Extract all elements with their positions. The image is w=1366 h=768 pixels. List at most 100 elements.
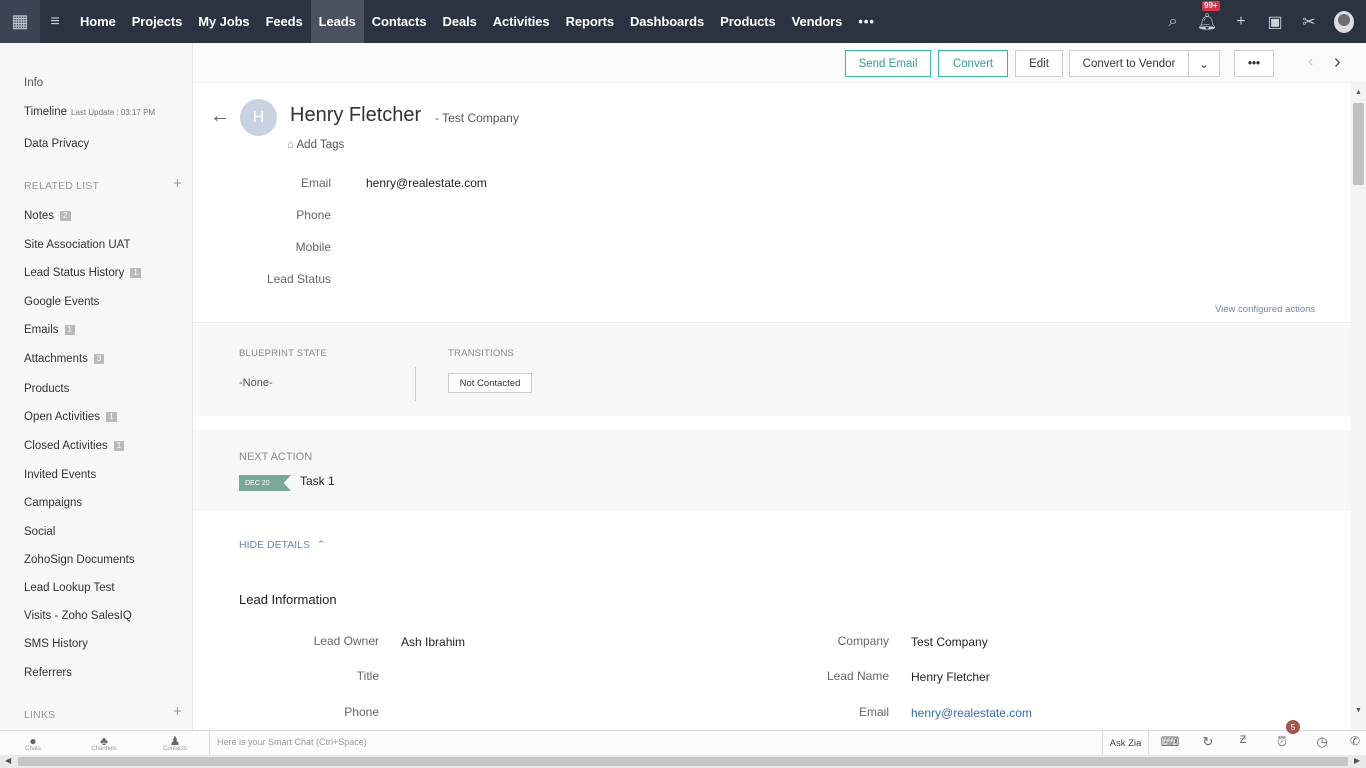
horizontal-scrollbar[interactable]: ◀ ▶	[0, 755, 1366, 768]
timeline-last-update: Last Update : 03:17 PM	[71, 108, 156, 117]
tab-leads[interactable]: Leads	[310, 0, 364, 43]
related-item[interactable]: Lead Status History 1	[24, 267, 141, 279]
back-arrow-icon[interactable]: ←	[210, 105, 230, 128]
prev-record-icon[interactable]: ‹	[1308, 53, 1313, 71]
related-item-label: Closed Activities	[24, 440, 108, 452]
related-item[interactable]: Products	[24, 383, 69, 395]
convert-to-vendor-button[interactable]: Convert to Vendor	[1069, 50, 1189, 77]
links-add-icon[interactable]: +	[173, 703, 182, 720]
related-item[interactable]: Referrers	[24, 667, 72, 679]
tab-contacts[interactable]: Contacts	[364, 0, 435, 43]
bell-icon[interactable]: 🔔︎ 99+	[1190, 0, 1224, 32]
view-configured-actions-link[interactable]: View configured actions	[1215, 304, 1315, 315]
tab-dashboards[interactable]: Dashboards	[622, 0, 712, 43]
scroll-right-icon[interactable]: ▶	[1354, 756, 1360, 765]
related-item[interactable]: ZohoSign Documents	[24, 554, 135, 566]
related-add-icon[interactable]: +	[173, 175, 182, 192]
scroll-down-icon[interactable]: ▼	[1355, 707, 1362, 714]
related-item[interactable]: Site Association UAT	[24, 239, 131, 251]
detail-value[interactable]: henry@realestate.com	[911, 706, 1032, 720]
left-panel: Info Timeline Last Update : 03:17 PM Data…	[0, 43, 193, 730]
more-actions-button[interactable]: •••	[1234, 50, 1274, 77]
tab-products[interactable]: Products	[712, 0, 784, 43]
field-value[interactable]: henry@realestate.com	[366, 176, 487, 190]
related-item[interactable]: Open Activities 1	[24, 411, 117, 423]
detail-label: Company	[837, 634, 889, 648]
smart-chat-input[interactable]: Here is your Smart Chat (Ctrl+Space)	[217, 737, 367, 747]
detail-value[interactable]: Henry Fletcher	[911, 670, 990, 684]
convert-button[interactable]: Convert	[938, 50, 1008, 77]
scrollbar-thumb[interactable]	[1353, 103, 1364, 185]
horizontal-scrollbar-thumb[interactable]	[18, 757, 1348, 766]
gamepad-icon[interactable]: ⌨	[1155, 734, 1185, 750]
channels-button[interactable]: ♣ Channels	[89, 734, 119, 752]
tab-deals[interactable]: Deals	[435, 0, 485, 43]
field-label: Email	[300, 176, 331, 190]
detail-value[interactable]: Test Company	[911, 635, 988, 649]
calendar-icon[interactable]: ▣	[1258, 12, 1292, 32]
left-info[interactable]: Info	[24, 77, 43, 89]
related-item[interactable]: Notes 2	[24, 210, 71, 222]
zia-icon[interactable]: Ƶ	[1228, 734, 1258, 746]
blueprint-state-label: BLUEPRINT STATE	[239, 348, 327, 359]
related-item[interactable]: Lead Lookup Test	[24, 582, 115, 594]
related-item[interactable]: Emails 1	[24, 324, 75, 336]
related-item-count: 1	[106, 411, 117, 422]
menu-icon[interactable]: ≡	[42, 13, 68, 31]
tab-home[interactable]: Home	[72, 0, 124, 43]
left-timeline[interactable]: Timeline Last Update : 03:17 PM	[24, 106, 155, 118]
add-tags-button[interactable]: ⌂ Add Tags	[287, 139, 344, 151]
next-action-task[interactable]: Task 1	[300, 474, 335, 488]
related-item[interactable]: Closed Activities 1	[24, 440, 125, 452]
tab-activities[interactable]: Activities	[485, 0, 558, 43]
related-item[interactable]: SMS History	[24, 638, 88, 650]
lead-information-title: Lead Information	[239, 592, 337, 607]
related-item-label: Lead Lookup Test	[24, 582, 115, 594]
search-icon[interactable]: ⌕	[1156, 13, 1190, 31]
chats-button[interactable]: ● Chats	[18, 734, 48, 752]
tab-projects[interactable]: Projects	[124, 0, 191, 43]
avatar[interactable]	[1334, 10, 1354, 33]
detail-value[interactable]: Ash Ibrahim	[401, 635, 465, 649]
tab-my-jobs[interactable]: My Jobs	[190, 0, 257, 43]
detail-label: Email	[858, 705, 889, 719]
tab-vendors[interactable]: Vendors	[784, 0, 851, 43]
related-item[interactable]: Visits - Zoho SalesIQ	[24, 610, 132, 622]
refresh-icon[interactable]: ↻	[1193, 734, 1223, 750]
plus-icon[interactable]: +	[1224, 13, 1258, 31]
transition-not-contacted-button[interactable]: Not Contacted	[448, 373, 532, 393]
scroll-left-icon[interactable]: ◀	[5, 756, 11, 765]
related-item-label: Google Events	[24, 296, 100, 308]
action-bar: Send Email Convert Edit Convert to Vendo…	[193, 43, 1366, 83]
vertical-scrollbar[interactable]: ▲ ▼	[1351, 83, 1366, 730]
nav-more[interactable]: •••	[850, 0, 883, 43]
detail-label: Lead Name	[826, 669, 889, 683]
ask-zia-button[interactable]: Ask Zia	[1102, 731, 1149, 755]
related-item[interactable]: Invited Events	[24, 469, 96, 481]
nav-tabs: Home Projects My Jobs Feeds Leads Contacts Dea…	[72, 0, 850, 43]
transitions-label: TRANSITIONS	[448, 348, 515, 359]
scroll-up-icon[interactable]: ▲	[1355, 89, 1362, 96]
tab-feeds[interactable]: Feeds	[258, 0, 311, 43]
apps-grid-icon[interactable]: ▦	[0, 0, 40, 43]
related-item[interactable]: Google Events	[24, 296, 99, 308]
tools-icon[interactable]: ✂	[1292, 12, 1326, 32]
related-item[interactable]: Attachments 3	[24, 353, 105, 365]
next-record-icon[interactable]: ›	[1334, 51, 1341, 74]
hide-details-link[interactable]: HIDE DETAILS ⌃	[239, 539, 326, 551]
related-list-heading: RELATED LIST	[24, 180, 100, 192]
phone-icon[interactable]: ✆	[1340, 734, 1366, 748]
edit-button[interactable]: Edit	[1015, 50, 1063, 77]
related-item[interactable]: Social	[24, 526, 55, 538]
chevron-down-icon[interactable]: ⌄	[1188, 50, 1220, 77]
hide-details-label: HIDE DETAILS	[239, 539, 310, 551]
tab-reports[interactable]: Reports	[558, 0, 622, 43]
alarm-icon[interactable]: ⏰︎	[1267, 734, 1297, 750]
alarm-badge: 5	[1286, 720, 1300, 734]
history-icon[interactable]: ◷	[1307, 734, 1337, 750]
send-email-button[interactable]: Send Email	[845, 50, 931, 77]
left-data-privacy[interactable]: Data Privacy	[24, 138, 89, 150]
related-item[interactable]: Campaigns	[24, 497, 82, 509]
detail-label: Title	[356, 669, 379, 683]
contacts-button[interactable]: ♟ Contacts	[160, 734, 190, 752]
